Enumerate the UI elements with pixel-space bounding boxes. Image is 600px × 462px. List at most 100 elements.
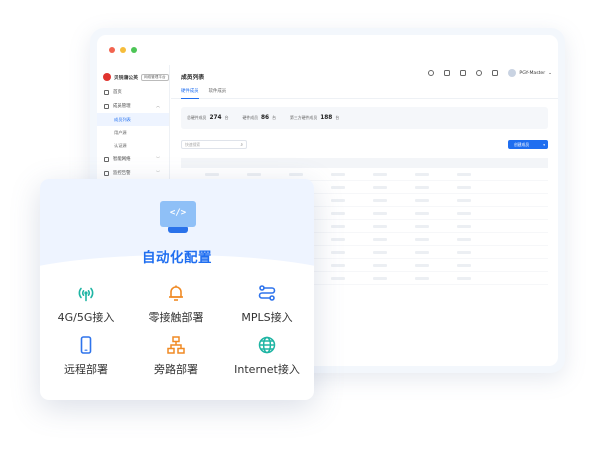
- table-cell-placeholder: [331, 276, 345, 280]
- table-cell-placeholder: [415, 276, 429, 280]
- table-cell-placeholder: [331, 211, 345, 215]
- feature-mpls-access: MPLS接入: [220, 283, 314, 335]
- stat-unit: 台: [224, 115, 229, 120]
- table-cell-placeholder: [457, 237, 471, 241]
- sidebar-item-member-list[interactable]: 成员列表: [97, 113, 169, 126]
- apps-grid-icon[interactable]: [492, 70, 499, 76]
- bell-icon[interactable]: [476, 70, 483, 76]
- table-cell-placeholder: [373, 224, 387, 228]
- feature-label: 远程部署: [64, 363, 108, 376]
- table-cell-placeholder: [415, 237, 429, 241]
- feature-4g5g-access: 4G/5G接入: [40, 283, 132, 335]
- sidebar-item-monitoring[interactable]: 监控告警 ﹀: [97, 166, 169, 180]
- sidebar-item-auth-source[interactable]: 认证源: [97, 139, 169, 152]
- download-icon[interactable]: [444, 70, 451, 76]
- theme-toggle-icon[interactable]: [428, 70, 435, 76]
- table-cell-placeholder: [331, 198, 345, 202]
- table-cell-placeholder: [415, 211, 429, 215]
- table-cell-placeholder: [373, 172, 387, 176]
- sidebar-item-label: 成员列表: [114, 116, 131, 122]
- stat-total-hardware: 总硬件成员 274 台: [187, 115, 228, 121]
- close-window-button[interactable]: [109, 47, 115, 53]
- table-cell-placeholder: [331, 250, 345, 254]
- table-cell-placeholder: [373, 211, 387, 215]
- monitor-stand: [168, 227, 188, 233]
- chevron-down-icon: ﹀: [156, 170, 160, 175]
- mobile-phone-icon: [76, 335, 96, 355]
- logo: 贝锐蒲公英 网络管理平台: [97, 65, 169, 83]
- search-input[interactable]: 快速搜索 ⌕: [181, 140, 247, 149]
- stat-label: 总硬件成员: [187, 115, 207, 120]
- page-title: 成员列表: [181, 74, 205, 81]
- avatar: [508, 69, 517, 77]
- logo-mark: [103, 73, 111, 81]
- tab-software-members[interactable]: 软件成员: [209, 87, 227, 98]
- table-cell-placeholder: [457, 263, 471, 267]
- search-placeholder: 快速搜索: [185, 142, 201, 147]
- document-icon[interactable]: [460, 70, 467, 76]
- network-link-icon: [257, 283, 277, 303]
- table-cell-placeholder: [457, 185, 471, 189]
- table-cell-placeholder: [373, 250, 387, 254]
- network-icon: [104, 156, 109, 162]
- stage: 贝锐蒲公英 网络管理平台 首页 成员管理 ︿ 成员列表 用户源 认证源 智能网络…: [0, 0, 600, 462]
- user-name: PGY-Master: [519, 70, 546, 76]
- stat-unit: 台: [335, 115, 340, 120]
- home-icon: [104, 89, 109, 95]
- table-header: [181, 158, 548, 168]
- table-cell-placeholder: [457, 211, 471, 215]
- stat-unit: 台: [272, 115, 276, 120]
- table-cell-placeholder: [415, 263, 429, 267]
- member-tabs: 硬件成员 软件成员: [171, 87, 558, 99]
- user-menu[interactable]: PGY-Master ⌄: [508, 69, 552, 77]
- chevron-down-icon: ﹀: [156, 156, 160, 161]
- chevron-up-icon: ︿: [156, 103, 160, 108]
- feature-label: 零接触部署: [148, 311, 204, 324]
- table-cell-placeholder: [373, 185, 387, 189]
- sidebar-item-user-source[interactable]: 用户源: [97, 126, 169, 139]
- sidebar-item-member-management[interactable]: 成员管理 ︿: [97, 99, 169, 113]
- table-cell-placeholder: [415, 198, 429, 202]
- sidebar-item-label: 智能网络: [113, 157, 131, 162]
- table-cell-placeholder: [457, 224, 471, 228]
- create-member-label: 创建成员: [514, 141, 530, 147]
- card-header-background: [40, 179, 314, 375]
- stat-label: 硬件成员: [242, 115, 259, 120]
- stat-label: 第三方硬件成员: [289, 115, 318, 120]
- stat-value: 274: [209, 115, 222, 121]
- table-cell-placeholder: [289, 172, 303, 176]
- logo-text: 贝锐蒲公英: [114, 75, 138, 81]
- sidebar-item-label: 用户源: [114, 129, 127, 135]
- feature-zero-touch: 零接触部署: [132, 283, 220, 335]
- sidebar-item-home[interactable]: 首页: [97, 85, 169, 99]
- stat-hardware: 硬件成员 86 台: [242, 115, 276, 121]
- table-cell-placeholder: [331, 172, 345, 176]
- table-cell-placeholder: [415, 224, 429, 228]
- table-cell-placeholder: [457, 198, 471, 202]
- stat-third-party-hardware: 第三方硬件成员 188 台: [290, 115, 339, 121]
- table-cell-placeholder: [247, 172, 261, 176]
- user-icon: [104, 103, 109, 109]
- table-cell-placeholder: [415, 250, 429, 254]
- feature-label: Internet接入: [234, 363, 300, 376]
- search-icon: ⌕: [240, 143, 243, 148]
- sidebar-item-label: 成员管理: [113, 104, 131, 109]
- sidebar-item-label: 认证源: [114, 142, 127, 148]
- signal-tower-icon: [76, 283, 96, 303]
- create-member-button[interactable]: 创建成员 ▾: [508, 140, 548, 149]
- table-cell-placeholder: [373, 237, 387, 241]
- sidebar-nav: 首页 成员管理 ︿ 成员列表 用户源 认证源 智能网络 ﹀ 监控告警 ﹀: [97, 85, 169, 180]
- sidebar-item-smart-network[interactable]: 智能网络 ﹀: [97, 152, 169, 166]
- maximize-window-button[interactable]: [131, 47, 137, 53]
- card-title: 自动化配置: [142, 250, 212, 266]
- window-controls: [109, 47, 137, 53]
- minimize-window-button[interactable]: [120, 47, 126, 53]
- monitor-code-icon: </>: [160, 201, 196, 234]
- monitor-alert-icon: [104, 170, 109, 176]
- robot-icon: [166, 283, 186, 303]
- page-header: 成员列表 PGY-Master ⌄: [171, 65, 558, 87]
- feature-label: MPLS接入: [241, 311, 293, 324]
- feature-label: 4G/5G接入: [57, 311, 115, 324]
- sidebar-item-label: 监控告警: [113, 171, 131, 176]
- tab-hardware-members[interactable]: 硬件成员: [181, 87, 199, 99]
